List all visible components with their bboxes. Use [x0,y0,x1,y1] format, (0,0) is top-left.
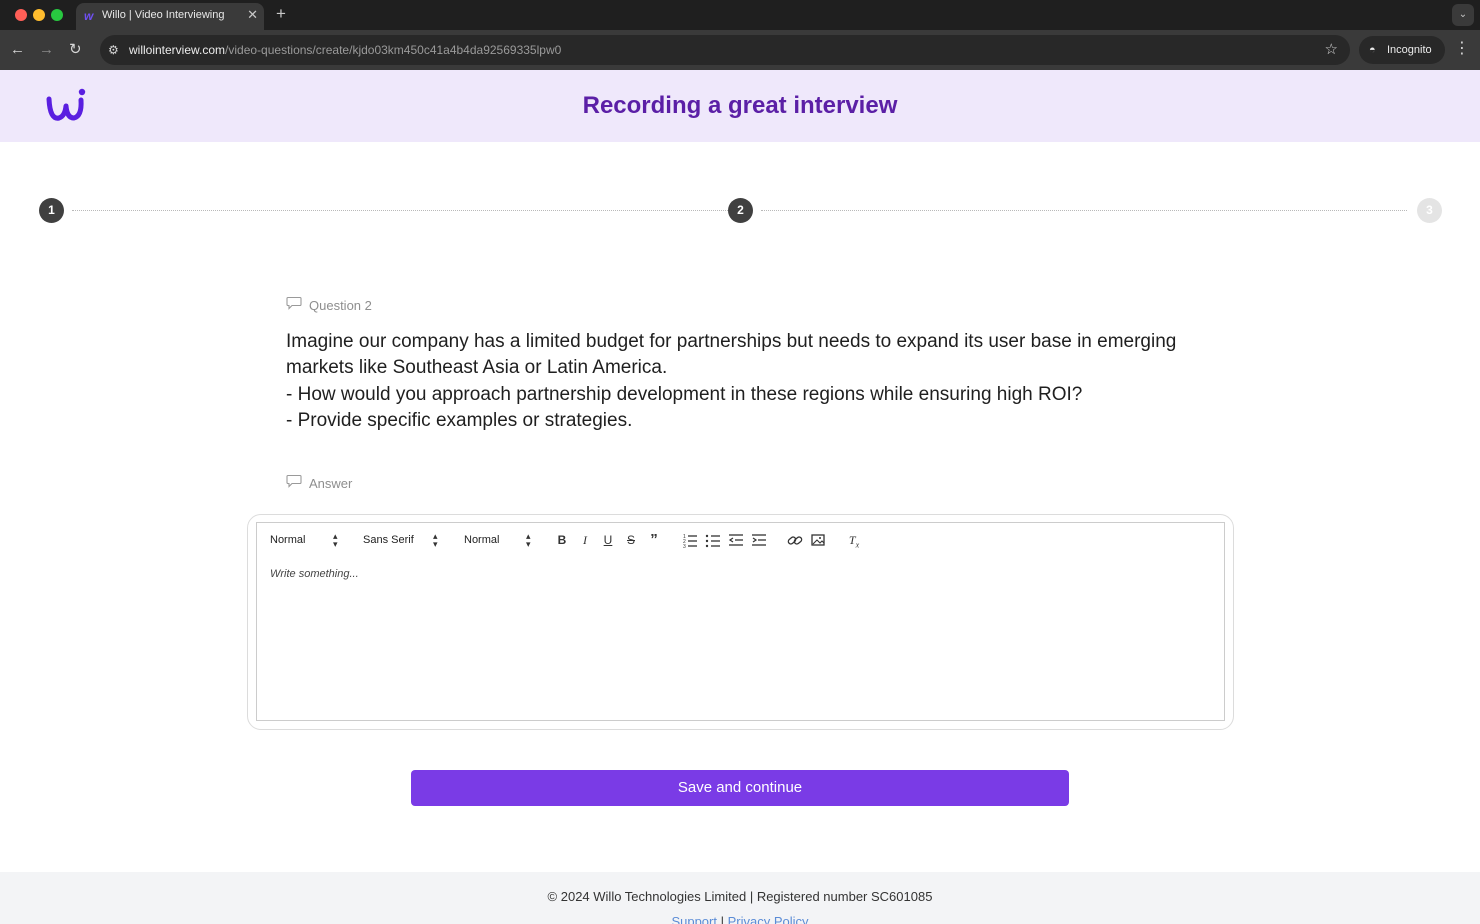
browser-tab[interactable]: w Willo | Video Interviewing ✕ [76,3,264,30]
save-and-continue-button[interactable]: Save and continue [411,770,1069,806]
url-text[interactable]: willointerview.com/video-questions/creat… [129,43,561,57]
page-footer: © 2024 Willo Technologies Limited | Regi… [0,872,1480,924]
answer-editor[interactable]: Write something... [256,556,1225,721]
svg-text:3: 3 [683,544,686,549]
heading-select[interactable]: Normal [270,534,305,546]
support-link[interactable]: Support [671,914,717,924]
tab-close-icon[interactable]: ✕ [247,7,258,23]
question-line: markets like Southeast Asia or Latin Ame… [286,357,668,379]
comment-icon [286,474,302,488]
clear-formatting-icon[interactable]: Tx [845,531,863,549]
tab-search-chevron-icon[interactable]: ⌄ [1452,4,1474,26]
bold-icon[interactable]: B [553,531,571,549]
stepper-connector [761,210,1407,211]
heading-select-arrow-icon[interactable]: ▴ ▾ [333,532,338,549]
image-icon[interactable] [809,531,827,549]
incognito-icon: ◓ [1369,44,1376,56]
willo-favicon-icon: w [84,9,94,23]
close-window-button[interactable] [15,9,27,21]
step-1: 1 [39,198,64,223]
question-label: Question 2 [309,298,372,313]
bullet-list-icon[interactable] [704,531,722,549]
maximize-window-button[interactable] [51,9,63,21]
browser-toolbar: ← → ↻ ⚙ willointerview.com/video-questio… [0,30,1480,70]
reload-icon[interactable]: ↻ [69,40,82,60]
incognito-label: Incognito [1387,44,1432,56]
blockquote-icon[interactable]: ” [645,531,663,549]
browser-tab-bar: w Willo | Video Interviewing ✕ + ⌄ [0,0,1480,30]
step-2: 2 [728,198,753,223]
comment-icon [286,296,302,310]
forward-arrow-icon[interactable]: → [39,40,54,60]
question-line: - Provide specific examples or strategie… [286,409,633,431]
new-tab-icon[interactable]: + [276,4,286,24]
stepper-connector [72,210,728,211]
step-3: 3 [1417,198,1442,223]
back-arrow-icon[interactable]: ← [10,40,25,60]
question-line: - How would you approach partnership dev… [286,383,1083,405]
indent-icon[interactable] [750,531,768,549]
question-line: Imagine our company has a limited budget… [286,331,1177,352]
strikethrough-icon[interactable]: S [622,531,640,549]
tab-title: Willo | Video Interviewing [102,9,225,21]
site-settings-icon[interactable]: ⚙ [108,41,119,59]
underline-icon[interactable]: U [599,531,617,549]
answer-label: Answer [309,476,353,491]
footer-links: Support | Privacy Policy [0,914,1480,924]
font-select[interactable]: Sans Serif [363,534,414,546]
ordered-list-icon[interactable]: 1 2 3 [681,531,699,549]
browser-menu-icon[interactable]: ⋮ [1454,39,1470,59]
footer-separator: | [720,914,724,924]
bookmark-star-icon[interactable]: ☆ [1325,40,1338,60]
link-icon[interactable] [786,531,804,549]
copyright-text: © 2024 Willo Technologies Limited | Regi… [547,889,933,904]
editor-placeholder: Write something... [270,568,359,580]
size-select-arrow-icon[interactable]: ▴ ▾ [526,532,531,549]
editor-toolbar: Normal ▴ ▾ Sans Serif ▴ ▾ Normal ▴ ▾ B I U … [256,522,1225,557]
size-select[interactable]: Normal [464,534,499,546]
outdent-icon[interactable] [727,531,745,549]
incognito-badge[interactable]: ◓ Incognito [1359,36,1445,64]
page-header: Recording a great interview [0,70,1480,142]
address-bar[interactable]: ⚙ willointerview.com/video-questions/cre… [100,35,1350,65]
minimize-window-button[interactable] [33,9,45,21]
privacy-policy-link[interactable]: Privacy Policy [728,914,809,924]
page-title: Recording a great interview [582,92,898,119]
font-select-arrow-icon[interactable]: ▴ ▾ [433,532,438,549]
italic-icon[interactable]: I [576,531,594,549]
question-text: Imagine our company has a limited budget… [286,329,1196,434]
